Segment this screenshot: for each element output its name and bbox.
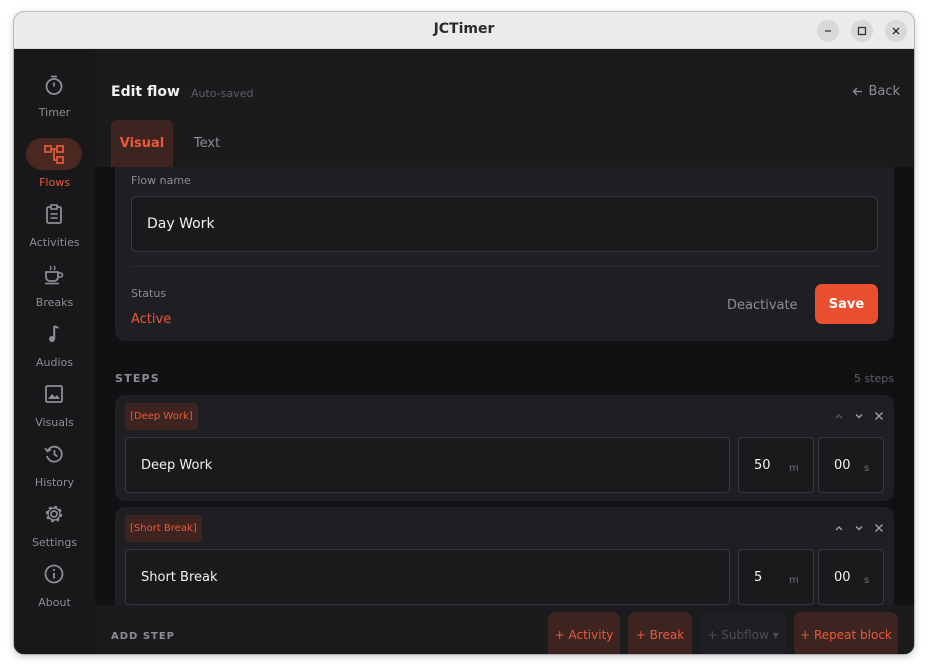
sidebar-item-label: Audios [36,356,73,369]
minutes-unit: m [789,463,799,474]
arrow-left-icon [853,87,863,96]
minutes-value: 50 [754,458,771,473]
music-note-icon [26,318,82,350]
step-name-input[interactable]: Deep Work [125,437,730,493]
move-down-button[interactable] [852,409,866,423]
sidebar-item-label: Flows [39,176,70,189]
remove-step-button[interactable] [872,409,886,423]
gear-icon [26,498,82,530]
minimize-icon [825,30,831,32]
editor-scroll-area[interactable]: Flow name Day Work Status Active Deactiv… [95,167,914,605]
tab-text[interactable]: Text [189,120,225,167]
flow-name-value: Day Work [147,216,215,232]
seconds-unit: s [864,463,870,474]
add-activity-button[interactable]: + Activity [548,612,620,654]
sidebar-item-audios[interactable]: Audios [14,318,95,374]
move-down-button[interactable] [852,521,866,535]
sidebar-item-settings[interactable]: Settings [14,498,95,554]
flows-icon [26,138,82,170]
app-window: JCTimer Timer Flows Activities Breaks Au… [14,12,914,654]
sidebar-item-visuals[interactable]: Visuals [14,378,95,434]
sidebar-item-flows[interactable]: Flows [14,138,95,194]
seconds-value: 00 [834,570,851,585]
chevron-down-icon [855,526,863,531]
stopwatch-icon [26,69,82,101]
coffee-cup-icon [26,258,82,290]
add-repeat-block-button[interactable]: + Repeat block [794,612,898,654]
sidebar-item-breaks[interactable]: Breaks [14,258,95,314]
clipboard-icon [26,198,82,230]
close-icon [875,412,883,420]
step-card: [Short Break] Short Break 5 m 00 s [115,507,894,605]
seconds-unit: s [864,575,870,586]
sidebar-item-label: History [34,476,75,489]
autosave-status: Auto-saved [191,87,254,100]
minutes-unit: m [789,575,799,586]
sidebar-item-label: About [38,596,71,609]
deactivate-button[interactable]: Deactivate [727,298,798,313]
main-panel: Edit flow Auto-saved Back Visual Text Fl… [95,49,914,654]
info-icon [26,558,82,590]
sidebar-item-activities[interactable]: Activities [14,198,95,254]
tab-visual[interactable]: Visual [111,120,173,167]
add-step-bar: ADD STEP + Activity + Break + Subflow ▾ … [95,605,914,654]
minutes-input[interactable]: 50 m [738,437,814,493]
seconds-value: 00 [834,458,851,473]
sidebar-item-label: Activities [29,236,80,249]
close-icon [892,27,900,35]
sidebar-item-timer[interactable]: Timer [14,69,95,125]
sidebar-item-label: Breaks [35,296,74,309]
add-break-button[interactable]: + Break [628,612,692,654]
status-label: Status [131,287,167,300]
title-bar: JCTimer [14,12,914,49]
divider [131,266,878,267]
minutes-value: 5 [754,570,763,585]
maximize-button[interactable] [851,20,873,42]
add-subflow-button[interactable]: + Subflow ▾ [700,612,786,654]
chevron-up-icon [835,526,843,531]
step-tag: [Deep Work] [125,403,198,430]
flow-name-input[interactable]: Day Work [131,196,878,252]
page-title: Edit flow [111,84,180,100]
sidebar: Timer Flows Activities Breaks Audios Vis… [14,49,95,654]
seconds-input[interactable]: 00 s [818,437,884,493]
move-up-button[interactable] [832,409,846,423]
close-icon [875,524,883,532]
history-icon [26,438,82,470]
minutes-input[interactable]: 5 m [738,549,814,605]
step-tag: [Short Break] [125,515,202,542]
window-title: JCTimer [433,21,495,37]
step-controls [832,521,886,535]
add-step-label: ADD STEP [111,631,176,642]
flow-name-label: Flow name [131,174,191,187]
back-button[interactable]: Back [852,84,900,99]
step-card: [Deep Work] Deep Work 50 m 00 s [115,395,894,501]
status-value: Active [131,312,172,327]
close-window-button[interactable] [885,20,907,42]
steps-count: 5 steps [853,372,894,385]
chevron-up-icon [835,414,843,419]
image-icon [26,378,82,410]
move-up-button[interactable] [832,521,846,535]
sidebar-item-history[interactable]: History [14,438,95,494]
remove-step-button[interactable] [872,521,886,535]
back-label: Back [868,84,900,99]
chevron-down-icon [855,414,863,419]
step-controls [832,409,886,423]
sidebar-item-label: Visuals [35,416,74,429]
steps-heading: STEPS [115,372,160,385]
minimize-button[interactable] [817,20,839,42]
maximize-icon [857,26,867,36]
flow-details-card: Flow name Day Work Status Active Deactiv… [115,167,894,341]
step-name-input[interactable]: Short Break [125,549,730,605]
seconds-input[interactable]: 00 s [818,549,884,605]
save-button[interactable]: Save [815,284,878,324]
sidebar-item-label: Timer [38,106,71,119]
sidebar-item-label: Settings [31,536,78,549]
sidebar-item-about[interactable]: About [14,558,95,614]
